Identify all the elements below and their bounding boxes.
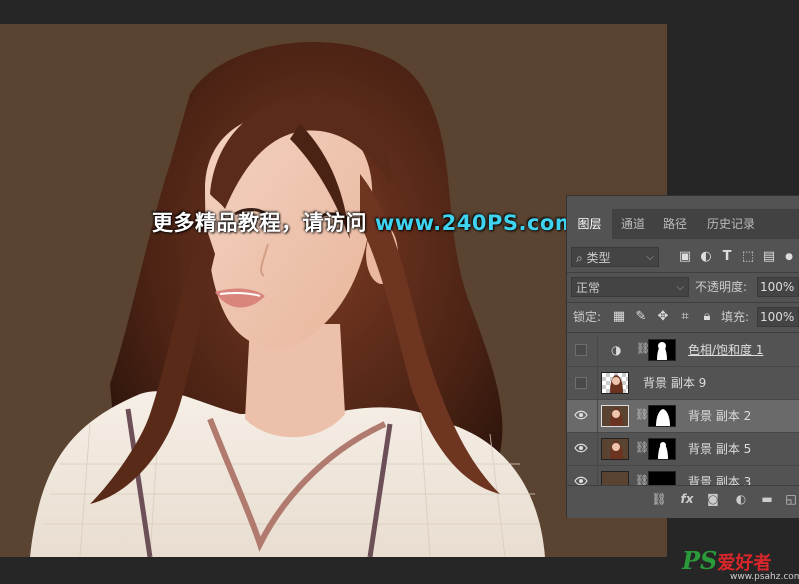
layer-name[interactable]: 色相/饱和度 1 xyxy=(688,334,764,366)
tab-layers[interactable]: 图层 xyxy=(567,209,612,239)
filter-toggle-icon[interactable]: ● xyxy=(781,249,797,265)
layers-panel: 图层 通道 路径 历史记录 ⌕ 类型 ⌵ ▣ ◐ T ⬚ ▤ ● 正常 ⌵ 不透… xyxy=(566,195,799,518)
link-icon: ⛓ xyxy=(636,342,650,355)
lock-pixels-brush-icon[interactable]: ✎ xyxy=(633,309,649,325)
layer-row[interactable]: ⛓ 背景 副本 5 xyxy=(567,433,799,466)
silhouette-mask-icon xyxy=(656,409,670,426)
visibility-toggle[interactable] xyxy=(567,466,598,485)
portrait-thumbnail-icon xyxy=(610,408,623,426)
lock-label: 锁定: xyxy=(573,310,602,324)
portrait-thumbnail-icon xyxy=(610,375,623,393)
visibility-toggle[interactable] xyxy=(567,433,598,465)
link-icon: ⛓ xyxy=(635,441,649,454)
layers-bottom-toolbar: ⛓ fx ◙ ◐ ▬ ◱ xyxy=(567,485,799,512)
layer-row[interactable]: ◑ ⛓ 色相/饱和度 1 xyxy=(567,334,799,367)
lock-transparent-icon[interactable]: ▦ xyxy=(611,309,627,325)
lock-artboard-icon[interactable]: ⌗ xyxy=(677,309,693,325)
divider xyxy=(567,332,799,333)
shape-filter-icon[interactable]: ⬚ xyxy=(740,249,756,265)
eye-icon xyxy=(574,410,588,420)
eye-icon xyxy=(574,443,588,453)
lock-position-move-icon[interactable]: ✥ xyxy=(655,309,671,325)
layer-row[interactable]: ⛓ 背景 副本 3 xyxy=(567,466,799,486)
panel-tabs: 图层 通道 路径 历史记录 xyxy=(567,209,799,239)
silhouette-mask-icon xyxy=(657,342,667,360)
chevron-down-icon: ⌵ xyxy=(646,252,654,263)
divider xyxy=(567,272,799,273)
filter-value: 类型 xyxy=(586,251,611,265)
new-group-folder-icon[interactable]: ▬ xyxy=(759,491,775,507)
layer-row[interactable]: 背景 副本 9 xyxy=(567,367,799,400)
watermark-cn: 爱好者 xyxy=(717,553,772,574)
layer-row-selected[interactable]: ⛓ 背景 副本 2 xyxy=(567,400,799,433)
hue-saturation-adjustment-icon: ◑ xyxy=(611,343,622,357)
new-adjustment-icon[interactable]: ◐ xyxy=(733,491,749,507)
watermark-promo-text: 更多精品教程，请访问 www.240PS.com xyxy=(152,211,578,235)
blend-mode-value: 正常 xyxy=(576,281,601,295)
adjustment-filter-icon[interactable]: ◐ xyxy=(698,249,714,265)
visibility-toggle[interactable] xyxy=(567,400,598,432)
fill-input[interactable]: 100% xyxy=(757,307,799,327)
layer-name[interactable]: 背景 副本 5 xyxy=(688,433,751,465)
layer-thumbnail[interactable] xyxy=(601,438,629,460)
layer-thumbnail[interactable] xyxy=(601,372,629,394)
watermark-site: www.psahz.com xyxy=(730,572,799,582)
smart-object-filter-icon[interactable]: ▤ xyxy=(761,249,777,265)
layer-name[interactable]: 背景 副本 9 xyxy=(643,367,706,399)
watermark-ps: PS xyxy=(682,546,718,575)
site-watermark: PS爱好者 www.psahz.com xyxy=(682,546,799,582)
tab-paths[interactable]: 路径 xyxy=(654,209,696,239)
add-mask-icon[interactable]: ◙ xyxy=(705,491,721,507)
lock-all-icon[interactable]: 🔒︎ xyxy=(699,309,715,325)
visibility-off-box xyxy=(575,344,587,356)
layer-mask-thumbnail[interactable] xyxy=(648,405,676,427)
visibility-toggle[interactable] xyxy=(567,367,598,399)
layer-mask-thumbnail[interactable] xyxy=(648,339,676,361)
opacity-label: 不透明度: xyxy=(695,280,748,294)
layer-mask-thumbnail[interactable] xyxy=(648,438,676,460)
fx-icon[interactable]: fx xyxy=(679,491,695,507)
portrait-thumbnail-icon xyxy=(610,441,623,459)
filter-search-icon: ⌕ xyxy=(576,251,587,265)
layer-thumbnail[interactable] xyxy=(601,471,629,485)
new-layer-icon[interactable]: ◱ xyxy=(783,491,799,507)
divider xyxy=(567,302,799,303)
image-filter-icon[interactable]: ▣ xyxy=(677,249,693,265)
blend-mode-select[interactable]: 正常 ⌵ xyxy=(571,277,689,297)
layer-name[interactable]: 背景 副本 2 xyxy=(688,400,751,432)
visibility-toggle[interactable] xyxy=(567,334,598,366)
layer-filter-select[interactable]: ⌕ 类型 ⌵ xyxy=(571,247,659,267)
layer-name[interactable]: 背景 副本 3 xyxy=(688,466,751,485)
chevron-down-icon: ⌵ xyxy=(676,282,684,293)
visibility-off-box xyxy=(575,377,587,389)
link-layers-icon[interactable]: ⛓ xyxy=(651,491,667,507)
type-filter-icon[interactable]: T xyxy=(719,249,735,265)
tab-channels[interactable]: 通道 xyxy=(612,209,654,239)
layer-mask-thumbnail[interactable] xyxy=(648,471,676,485)
tab-history[interactable]: 历史记录 xyxy=(696,209,766,239)
opacity-input[interactable]: 100% xyxy=(757,277,799,297)
silhouette-mask-icon xyxy=(658,442,668,459)
fill-label: 填充: xyxy=(721,310,750,324)
link-icon: ⛓ xyxy=(635,408,649,421)
layer-thumbnail[interactable] xyxy=(601,405,629,427)
